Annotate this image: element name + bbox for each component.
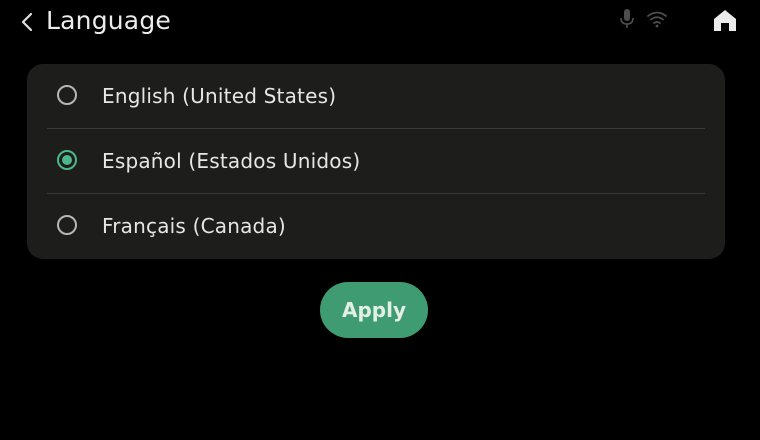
language-option-francais-ca[interactable]: Français (Canada) [27, 194, 725, 259]
chevron-left-icon [21, 12, 33, 32]
language-option-label: English (United States) [102, 84, 337, 108]
language-option-english-us[interactable]: English (United States) [27, 64, 725, 129]
apply-button[interactable]: Apply [320, 282, 428, 338]
back-button[interactable] [14, 6, 40, 38]
divider [47, 128, 705, 129]
home-button[interactable] [709, 5, 741, 35]
language-option-label: Español (Estados Unidos) [102, 149, 361, 173]
page-title: Language [46, 6, 171, 35]
microphone-icon [620, 9, 634, 28]
language-list: English (United States) Español (Estados… [27, 64, 725, 259]
wifi-icon [647, 11, 667, 28]
home-icon [714, 10, 736, 31]
language-option-espanol-us[interactable]: Español (Estados Unidos) [27, 129, 725, 194]
top-bar: Language [0, 0, 760, 44]
language-option-label: Français (Canada) [102, 214, 286, 238]
radio-button-selected[interactable] [57, 150, 77, 170]
radio-button[interactable] [57, 85, 77, 105]
divider [47, 193, 705, 194]
radio-button[interactable] [57, 215, 77, 235]
